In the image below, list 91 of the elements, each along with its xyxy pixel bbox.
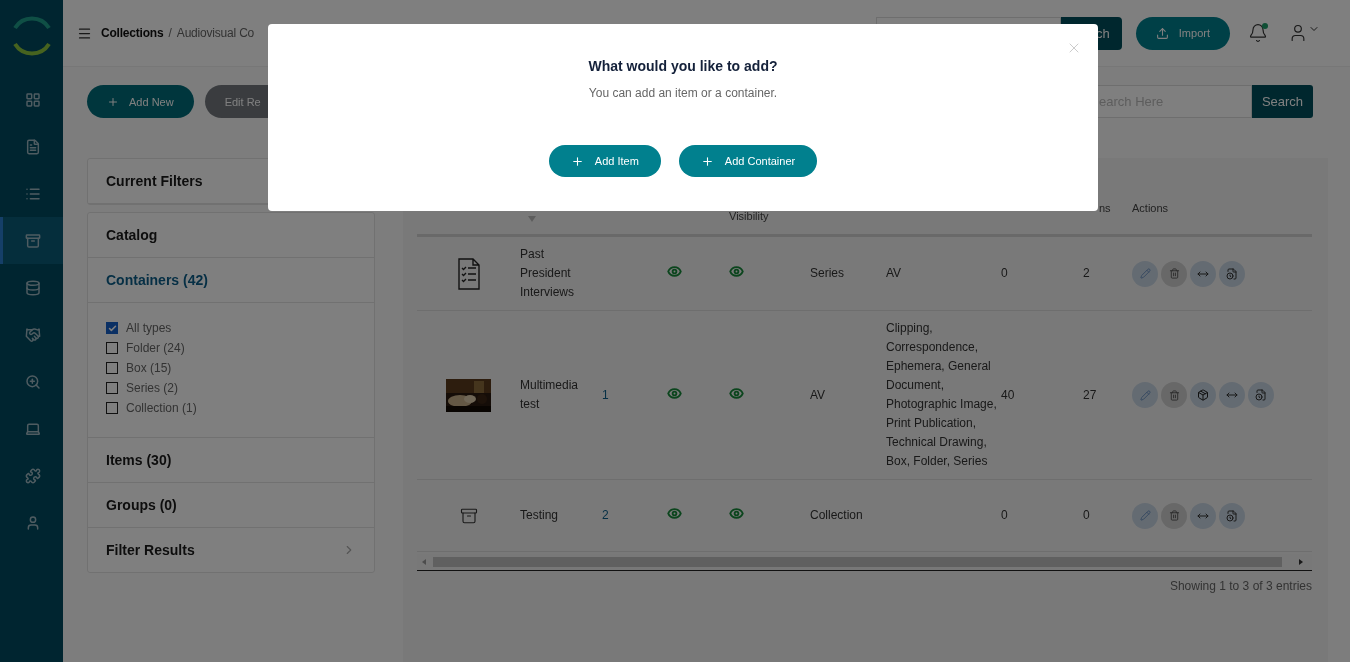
number-cell-text: 2: [602, 507, 610, 524]
archive-icon: [25, 232, 41, 249]
import-button[interactable]: Import: [1135, 16, 1230, 50]
filter-section[interactable]: Catalog: [88, 213, 374, 258]
checkbox[interactable]: [106, 382, 118, 394]
filter-section[interactable]: Filter Results: [88, 528, 374, 572]
delete-button[interactable]: [1161, 382, 1187, 408]
checkbox-label: Folder (24): [126, 341, 185, 355]
item-types-cell-text: AV: [886, 265, 903, 282]
move-button[interactable]: [1190, 260, 1216, 287]
count-cell-text: 0: [1001, 507, 1009, 524]
checkbox[interactable]: [106, 342, 118, 354]
filter-section[interactable]: Items (30): [88, 438, 374, 483]
checklist-icon: [457, 257, 480, 290]
entries-info: Showing 1 to 3 of 3 entries: [1168, 579, 1312, 593]
checkbox-label: Series (2): [126, 381, 178, 395]
checkbox[interactable]: [106, 362, 118, 374]
plus-icon: [107, 95, 119, 108]
notification-bell-icon[interactable]: [1248, 23, 1268, 43]
column-header[interactable]: Actions: [1132, 202, 1312, 214]
trash-icon: [1168, 510, 1180, 521]
trash-icon: [1168, 268, 1180, 279]
dashboard-icon: [25, 91, 41, 108]
database-icon: [25, 279, 41, 296]
breadcrumb-link[interactable]: Collections: [101, 26, 164, 40]
user-icon: [25, 514, 41, 531]
column-header[interactable]: Visibility: [729, 210, 810, 234]
filter-section-label: Filter Results: [106, 542, 195, 558]
breadcrumb-separator: /: [168, 26, 172, 40]
search-button[interactable]: Search: [1252, 85, 1313, 118]
pencil-icon: [1139, 268, 1151, 279]
filter-section[interactable]: Containers (42): [88, 258, 374, 303]
sidebar-item[interactable]: [0, 217, 63, 264]
box-icon: [1197, 389, 1209, 401]
pencil-icon: [1139, 510, 1151, 521]
edit-button[interactable]: [1132, 502, 1158, 529]
breadcrumb-current: Audiovisual Co: [176, 26, 255, 40]
report-button[interactable]: [1219, 260, 1245, 287]
dialog-title: What would you like to add?: [588, 58, 778, 74]
filter-section-label: Groups (0): [106, 497, 177, 513]
count-cell-text: 27: [1082, 386, 1098, 404]
sort-caret-icon[interactable]: [528, 216, 536, 222]
box-button[interactable]: [1190, 382, 1216, 408]
checkbox-label: Collection (1): [126, 401, 197, 415]
add-button[interactable]: Add Item: [548, 145, 661, 177]
document-clock-icon: [1226, 267, 1238, 280]
plus-icon: [570, 154, 584, 168]
type-cell-text: AV: [810, 386, 827, 404]
handshake-icon: [25, 326, 41, 343]
add-new-button[interactable]: Add New: [87, 85, 194, 118]
dialog-text: You can add an item or a container.: [588, 86, 778, 100]
checkbox-label: Box (15): [126, 361, 172, 375]
document-clock-icon: [1226, 509, 1238, 522]
delete-button[interactable]: [1161, 502, 1187, 529]
edit-button[interactable]: [1132, 382, 1158, 408]
count-cell-text: 2: [1082, 265, 1091, 282]
menu-icon[interactable]: [77, 25, 92, 41]
report-button[interactable]: [1219, 502, 1245, 529]
title-cell[interactable]: Past President Interviews: [520, 245, 602, 302]
title-cell[interactable]: Multimedia test: [520, 376, 602, 414]
title-cell[interactable]: Testing: [520, 506, 602, 525]
report-button[interactable]: [1248, 382, 1274, 408]
zoom-icon: [25, 373, 41, 390]
pencil-icon: [1139, 389, 1151, 401]
trash-icon: [1168, 389, 1180, 401]
box-icon: [459, 506, 478, 525]
count-cell-text: 0: [1082, 507, 1091, 524]
plus-icon: [700, 154, 714, 168]
filter-section-label: Containers (42): [106, 272, 208, 288]
checkbox[interactable]: [106, 402, 118, 414]
move-button[interactable]: [1219, 382, 1245, 408]
checkbox-label: All types: [126, 321, 172, 335]
add-button[interactable]: Add Container: [678, 145, 818, 177]
horizontal-scrollbar[interactable]: [417, 554, 1312, 571]
puzzle-icon: [25, 467, 41, 484]
filter-section[interactable]: Groups (0): [88, 483, 374, 528]
checkbox[interactable]: [106, 322, 118, 334]
number-cell-text: 1: [602, 386, 610, 404]
type-cell-text: Series: [810, 265, 845, 282]
document-clock-icon: [1255, 389, 1267, 401]
edit-button[interactable]: [1132, 260, 1158, 287]
upload-icon: [1155, 26, 1169, 40]
move-button[interactable]: [1190, 502, 1216, 529]
count-cell-text: 40: [1001, 386, 1016, 404]
filter-section-label: Catalog: [106, 227, 158, 243]
count-cell-text: 0: [1001, 265, 1009, 282]
delete-button[interactable]: [1161, 260, 1187, 287]
filter-section-label: Items (30): [106, 452, 172, 468]
item-types-cell-text: Clipping, Correspondence, Ephemera, General Document, Photographic Image, Print Publication, Technical Drawing, Box, Folder, Series: [886, 320, 998, 470]
type-cell-text: Collection: [810, 507, 864, 524]
document-icon: [25, 138, 41, 155]
